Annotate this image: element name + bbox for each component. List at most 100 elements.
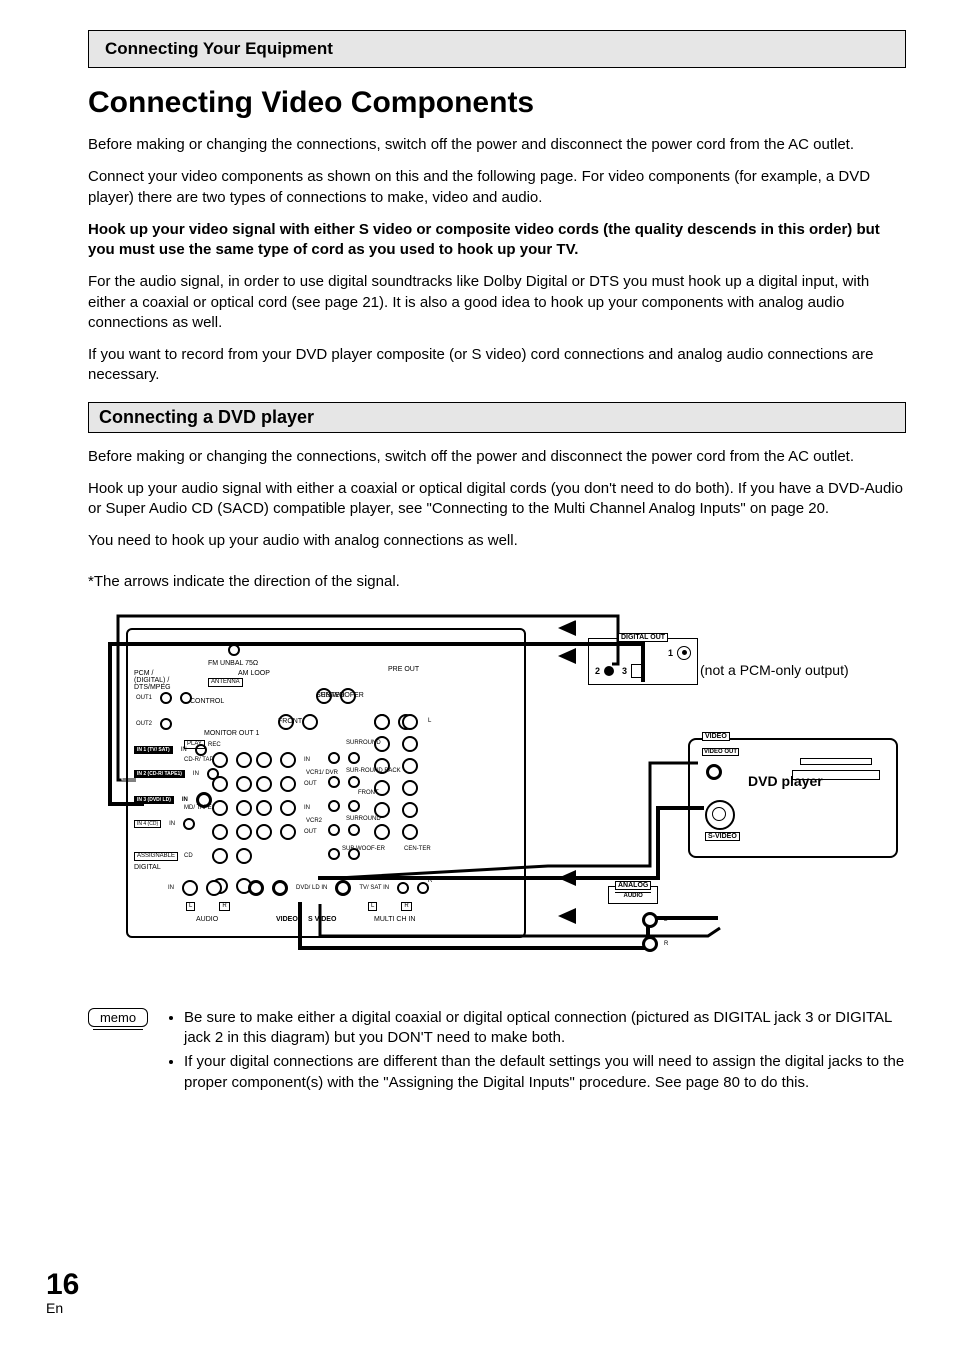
jack-icon: [212, 776, 228, 792]
jack-icon: [402, 780, 418, 796]
jack-optical-icon: [631, 664, 645, 678]
jack-icon: [160, 718, 172, 730]
jack-icon: [236, 800, 252, 816]
jack-icon: [236, 848, 252, 864]
jack-icon: [228, 644, 240, 656]
paragraph: You need to hook up your audio with anal…: [88, 531, 906, 551]
label-digital: DIGITAL: [134, 864, 161, 871]
label-audio: AUDIO: [615, 892, 651, 899]
jack-icon: [212, 800, 228, 816]
label-video: VIDEO: [276, 916, 298, 923]
connection-diagram: PCM / (DIGITAL) / DTS/MPEG ANTENNA FM UN…: [88, 608, 906, 978]
label-dvd-player: DVD player: [748, 773, 823, 789]
label-am: AM LOOP: [238, 670, 270, 677]
jack-icon: [328, 848, 340, 860]
jack-icon: [212, 848, 228, 864]
paragraph: Hook up your audio signal with either a …: [88, 479, 906, 520]
label-antenna: ANTENNA: [208, 678, 243, 687]
memo-item: Be sure to make either a digital coaxial…: [184, 1008, 906, 1049]
note: *The arrows indicate the direction of th…: [88, 572, 906, 592]
label-monitor: MONITOR OUT 1: [204, 730, 259, 737]
paragraph: Connect your video components as shown o…: [88, 167, 906, 208]
section-header: Connecting Your Equipment: [88, 30, 906, 68]
jack-icon: [280, 800, 296, 816]
memo-badge: memo: [88, 1008, 148, 1027]
dvd-player-box: VIDEO VIDEO OUT S-VIDEO: [688, 738, 898, 858]
dvd-slot-icon: [800, 758, 872, 765]
jack-icon: [402, 736, 418, 752]
page-lang: En: [46, 1300, 79, 1316]
paragraph: Before making or changing the connection…: [88, 447, 906, 467]
jack-icon: [256, 776, 272, 792]
jack-dvd-video-icon: [248, 880, 264, 896]
label-digital-out: DIGITAL OUT: [618, 633, 668, 642]
jack-coax-icon: [677, 646, 691, 660]
jack-icon: [256, 800, 272, 816]
jack-icon: [236, 776, 252, 792]
jack-icon: [328, 800, 340, 812]
label-audio: AUDIO: [196, 916, 218, 923]
analog-jacks: L R: [642, 912, 668, 952]
jack-icon: [280, 776, 296, 792]
subsection-title: Connecting a DVD player: [99, 407, 314, 427]
sub-text: Before making or changing the connection…: [88, 447, 906, 592]
label-play: PLAY: [184, 740, 205, 749]
jack-icon: [160, 692, 172, 704]
label-video: VIDEO: [702, 732, 730, 741]
jack-icon: [280, 824, 296, 840]
jack-svideo-icon: [705, 800, 735, 830]
label-pcm: PCM / (DIGITAL) / DTS/MPEG: [134, 670, 171, 692]
label-rec: REC: [208, 742, 221, 748]
jack-icon: [328, 824, 340, 836]
jack-icon: [212, 824, 228, 840]
jack-icon: [402, 802, 418, 818]
jack-video-icon: [706, 764, 722, 780]
jack-icon: [212, 752, 228, 768]
intro-text: Before making or changing the connection…: [88, 135, 906, 386]
label-assignable: ASSIGNABLE: [134, 852, 178, 861]
jack-icon: [236, 824, 252, 840]
analog-audio-box: ANALOG AUDIO: [608, 886, 658, 904]
jack-audio-l-icon: [642, 912, 658, 928]
jack-icon: [417, 882, 429, 894]
paragraph: If you want to record from your DVD play…: [88, 345, 906, 386]
jack-audio-r-icon: [642, 936, 658, 952]
digital-out-box: DIGITAL OUT 1 2 3: [588, 638, 698, 685]
jack-icon: [374, 714, 390, 730]
jack-icon: [402, 714, 418, 730]
jack-icon: [402, 758, 418, 774]
jack-icon: [402, 824, 418, 840]
jack-icon: [335, 880, 351, 896]
jack-icon: [280, 752, 296, 768]
label-analog: ANALOG: [615, 881, 651, 890]
paragraph: For the audio signal, in order to use di…: [88, 272, 906, 333]
jack-icon: [302, 714, 318, 730]
memo-list: Be sure to make either a digital coaxial…: [166, 1008, 906, 1097]
jack-icon: [374, 824, 390, 840]
page-title: Connecting Video Components: [88, 86, 906, 119]
memo-block: memo Be sure to make either a digital co…: [88, 1008, 906, 1097]
label-not-pcm: (not a PCM-only output): [700, 662, 849, 678]
label-svideo: S VIDEO: [308, 916, 336, 923]
section-title: Connecting Your Equipment: [105, 39, 333, 58]
label-svideo: S-VIDEO: [705, 832, 740, 841]
jack-icon: [348, 800, 360, 812]
jack-icon: [348, 824, 360, 836]
page-number: 16 En: [46, 1270, 79, 1316]
paragraph-bold: Hook up your video signal with either S …: [88, 220, 906, 261]
paragraph: Before making or changing the connection…: [88, 135, 906, 155]
label-control: CONTROL: [190, 698, 224, 705]
label-video-out: VIDEO OUT: [702, 748, 739, 756]
jack-icon: [236, 752, 252, 768]
subsection-header: Connecting a DVD player: [88, 402, 906, 433]
jack-icon: [256, 824, 272, 840]
label-preout: PRE OUT: [388, 666, 419, 673]
label-fm: FM UNBAL 75Ω: [208, 660, 258, 667]
jack-optical-icon: [604, 666, 614, 676]
jack-icon: [348, 848, 360, 860]
memo-item: If your digital connections are differen…: [184, 1052, 906, 1093]
jack-icon: [328, 776, 340, 788]
page-number-value: 16: [46, 1270, 79, 1300]
jack-icon: [206, 880, 222, 896]
jack-icon: [182, 880, 198, 896]
